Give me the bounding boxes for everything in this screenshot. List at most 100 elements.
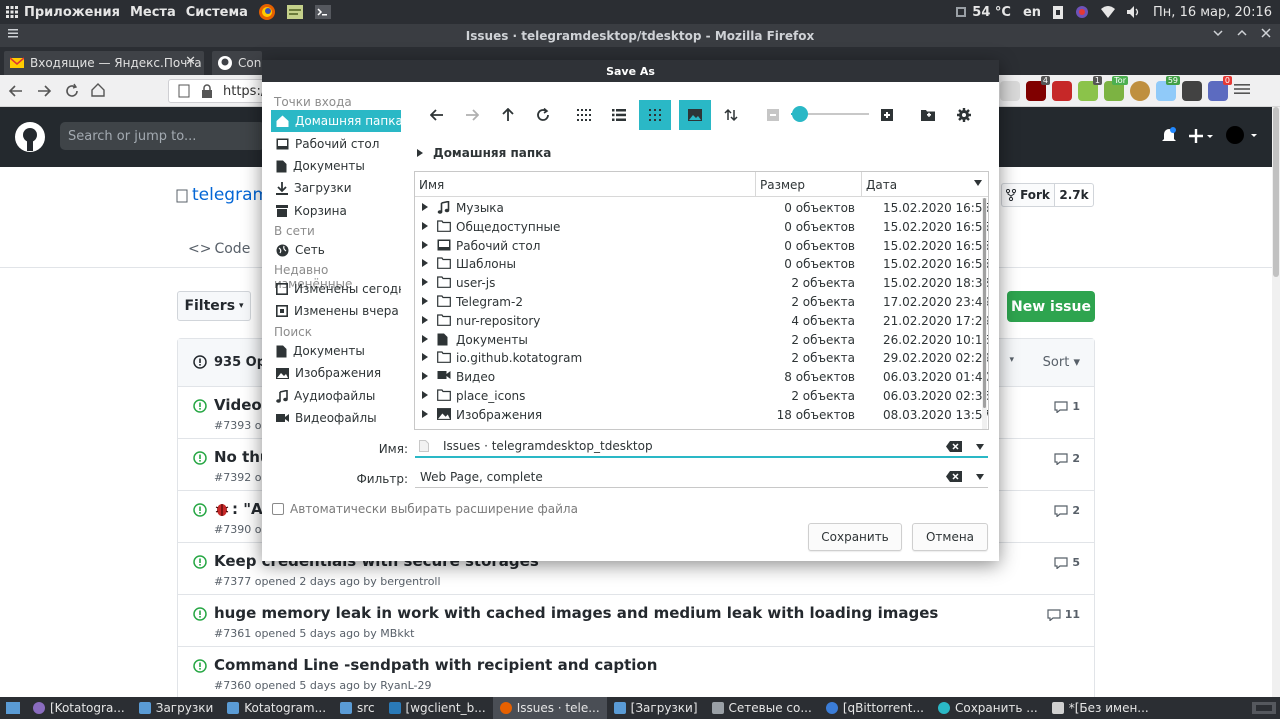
filters-button[interactable]: Filters ▾ — [177, 291, 251, 321]
updates-icon[interactable] — [1075, 5, 1089, 19]
tab-yandex-mail[interactable]: Входящие — Яндекс.Почта ✕ — [4, 51, 204, 75]
task-kotatogram[interactable]: [Kotatogra... — [26, 697, 132, 719]
ext-tor-icon[interactable]: Tor — [1104, 76, 1128, 101]
github-logo-icon[interactable] — [14, 121, 46, 153]
zoom-slider-handle[interactable] — [792, 106, 808, 122]
breadcrumb-home[interactable]: Домашняя папка — [433, 146, 551, 160]
fork-button[interactable]: Fork — [1001, 183, 1055, 207]
terminal-launcher-icon[interactable] — [314, 4, 332, 20]
task-network[interactable]: Сетевые со... — [705, 697, 819, 719]
keyboard-layout[interactable]: en — [1023, 5, 1041, 20]
new-issue-button[interactable]: New issue — [1007, 291, 1095, 322]
comment-count[interactable]: 11 — [1047, 608, 1080, 621]
expander-triangle-icon[interactable] — [422, 221, 428, 230]
triangle-right-icon[interactable] — [417, 149, 423, 157]
task-downloads-2[interactable]: [Загрузки] — [607, 697, 705, 719]
comment-count[interactable]: 2 — [1054, 452, 1080, 465]
task-firefox[interactable]: Issues · tele... — [492, 697, 607, 719]
file-row[interactable]: Видео 8 объектов 06.03.2020 01:40 — [415, 368, 988, 387]
wifi-icon[interactable] — [1101, 6, 1116, 18]
task-src[interactable]: src — [333, 697, 382, 719]
clear-backspace-icon[interactable] — [946, 471, 962, 482]
show-preview-button[interactable] — [679, 100, 711, 130]
menu-places[interactable]: Места — [130, 5, 176, 20]
clipboard-icon[interactable] — [1053, 5, 1064, 19]
settings-button[interactable] — [949, 100, 979, 130]
ext-cloud-icon[interactable]: 59 — [1156, 76, 1180, 101]
close-window-icon[interactable] — [1260, 27, 1272, 39]
page-info-icon[interactable] — [177, 84, 191, 98]
ext-ublock-icon[interactable]: 4 — [1026, 76, 1050, 101]
file-row[interactable]: Документы 2 объекта 26.02.2020 10:16 — [415, 331, 988, 350]
comment-count[interactable]: 2 — [1054, 504, 1080, 517]
ext-puzzle-icon[interactable]: 1 — [1078, 76, 1102, 101]
fork-count[interactable]: 2.7k — [1054, 183, 1094, 207]
panel-clock[interactable]: Пн, 16 мар, 20:16 — [1153, 5, 1272, 20]
firefox-launcher-icon[interactable] — [258, 3, 276, 21]
task-wgclient[interactable]: [wgclient_b... — [382, 697, 493, 719]
comment-count[interactable]: 5 — [1054, 556, 1080, 569]
issue-row[interactable]: huge memory leak in work with cached ima… — [178, 595, 1094, 647]
issue-row[interactable]: Command Line -sendpath with recipient an… — [178, 647, 1094, 699]
place-home[interactable]: Домашняя папка — [271, 110, 401, 132]
file-row[interactable]: Общедоступные 0 объектов 15.02.2020 16:55 — [415, 218, 988, 237]
place-changed-yesterday[interactable]: Изменены вчера — [271, 300, 401, 322]
issue-title[interactable]: huge memory leak in work with cached ima… — [214, 604, 938, 622]
nav-up-button[interactable] — [493, 100, 523, 130]
ext-calendar-icon[interactable] — [1182, 81, 1202, 101]
expander-triangle-icon[interactable] — [422, 297, 428, 305]
clear-backspace-icon[interactable] — [946, 441, 962, 452]
file-row[interactable]: user-js 2 объекта 15.02.2020 18:38 — [415, 274, 988, 293]
column-header-name[interactable]: Имя — [415, 172, 756, 197]
home-icon[interactable] — [90, 82, 106, 98]
sort-dropdown[interactable]: Sort ▾ — [1043, 355, 1080, 370]
place-desktop[interactable]: Рабочий стол — [271, 133, 401, 155]
chevron-down-icon[interactable] — [976, 444, 984, 450]
zoom-in-button[interactable] — [872, 100, 902, 130]
tab-code[interactable]: <> Code — [188, 241, 250, 257]
place-trash[interactable]: Корзина — [271, 200, 401, 222]
ext-house-icon[interactable] — [1000, 81, 1020, 101]
place-search-documents[interactable]: Документы — [271, 340, 401, 362]
notifications-icon[interactable] — [1160, 127, 1178, 145]
save-button[interactable]: Сохранить — [808, 523, 902, 551]
user-avatar-icon[interactable] — [1225, 125, 1259, 145]
menu-hamburger-icon[interactable] — [1234, 81, 1254, 101]
page-scrollbar-thumb[interactable] — [1273, 107, 1279, 277]
apps-grid-icon[interactable] — [6, 6, 18, 18]
close-tab-icon[interactable]: ✕ — [185, 54, 196, 69]
column-header-date[interactable]: Дата — [862, 172, 988, 197]
expander-triangle-icon[interactable] — [422, 315, 428, 324]
zoom-out-button[interactable] — [758, 100, 788, 130]
task-save-as[interactable]: Сохранить ... — [931, 697, 1045, 719]
back-icon[interactable] — [8, 83, 24, 99]
expander-triangle-icon[interactable] — [422, 391, 428, 399]
volume-icon[interactable] — [1127, 6, 1141, 18]
ext-link-icon[interactable] — [1052, 81, 1072, 101]
window-menu-icon[interactable] — [8, 28, 18, 38]
text-editor-launcher-icon[interactable] — [286, 4, 304, 20]
filter-combobox[interactable]: Web Page, complete — [415, 466, 988, 488]
view-compact-button[interactable] — [639, 100, 671, 130]
url-bar[interactable]: https:// — [168, 79, 270, 103]
page-scrollbar[interactable] — [1272, 107, 1280, 697]
nav-back-button[interactable] — [422, 100, 452, 130]
auto-extension-checkbox[interactable] — [272, 503, 284, 515]
file-row[interactable]: Рабочий стол 0 объектов 15.02.2020 16:55 — [415, 237, 988, 256]
filename-input[interactable]: Issues · telegramdesktop_tdesktop — [415, 436, 988, 458]
menu-applications[interactable]: Приложения — [24, 5, 120, 20]
place-network[interactable]: Сеть — [271, 239, 401, 261]
create-new-icon[interactable] — [1188, 127, 1214, 145]
tab-github[interactable]: Con — [212, 51, 262, 75]
github-search-input[interactable]: Search or jump to... — [60, 122, 265, 150]
issue-title[interactable]: Command Line -sendpath with recipient an… — [214, 656, 657, 674]
place-downloads[interactable]: Загрузки — [271, 177, 401, 199]
nav-forward-button[interactable] — [457, 100, 487, 130]
new-folder-button[interactable] — [913, 100, 943, 130]
chevron-down-icon[interactable] — [976, 474, 984, 480]
expander-triangle-icon[interactable] — [422, 203, 428, 211]
reload-icon[interactable] — [64, 83, 80, 99]
expander-triangle-icon[interactable] — [422, 240, 428, 249]
ext-pen-icon[interactable]: 0 — [1208, 76, 1232, 101]
task-qbittorrent[interactable]: [qBittorrent... — [819, 697, 931, 719]
